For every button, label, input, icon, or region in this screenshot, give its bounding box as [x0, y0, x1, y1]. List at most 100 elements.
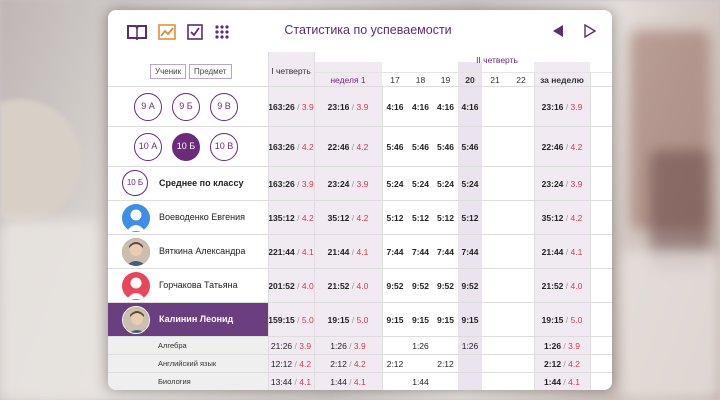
quarter-cell: 13:44 / 4.1: [270, 377, 312, 387]
class-button[interactable]: 10 А: [134, 133, 162, 161]
class-button[interactable]: 9 А: [134, 93, 162, 121]
subject-name: Английский язык: [158, 359, 217, 368]
week-header: неделя 1: [330, 75, 366, 85]
class-button[interactable]: 10 Б: [172, 133, 200, 161]
week-cell: 19:15 / 5.0: [327, 315, 369, 325]
week-total-cell: 22:46 / 4.2: [541, 142, 583, 152]
stats-table: Ученик Предмет I четверть II четверть не…: [108, 52, 612, 390]
day-cell: 4:16: [461, 102, 479, 112]
day-header: 20: [465, 75, 475, 85]
table-row[interactable]: Горчакова Татьяна 201:52 / 4.0 21:52 / 4.0…: [108, 268, 612, 302]
quarter-cell: 163:26 / 3.9: [268, 179, 314, 189]
table-row[interactable]: 9 А 9 Б 9 В 163:26 / 3.9 23:16 / 3.9 4:16 4:16…: [108, 86, 612, 126]
avatar: [122, 204, 150, 232]
week-cell: 1:44 / 4.1: [330, 377, 366, 387]
quarter-cell: 163:26 / 3.9: [268, 102, 314, 112]
week-total-cell: 23:24 / 3.9: [541, 179, 583, 189]
grid-icon[interactable]: [211, 22, 233, 42]
day-header: 17: [390, 75, 400, 85]
chart-icon[interactable]: [156, 22, 178, 42]
book-icon[interactable]: [126, 22, 148, 42]
day-cell: 2:12: [386, 359, 404, 369]
week-cell: 2:12 / 4.2: [330, 359, 366, 369]
quarter-cell: 135:12 / 4.2: [268, 213, 314, 223]
class-button[interactable]: 9 В: [210, 93, 238, 121]
week-cell: 23:24 / 3.9: [327, 179, 369, 189]
week-total-cell: 2:12 / 4.2: [544, 359, 580, 369]
day-cell: 1:26: [412, 341, 429, 351]
avatar: [122, 306, 150, 334]
week-total-cell: 21:52 / 4.0: [541, 281, 583, 291]
quarter-cell: 159:15 / 5.0: [268, 315, 314, 325]
day-cell: 5:12: [436, 213, 454, 223]
per-week-header: за неделю: [540, 75, 584, 85]
day-cell: 4:16: [411, 102, 429, 112]
class-button[interactable]: 10 В: [210, 133, 238, 161]
day-cell: 7:44: [436, 247, 454, 257]
day-cell: 4:16: [436, 102, 454, 112]
day-cell: 5:12: [386, 213, 404, 223]
statistics-panel: Статистика по успеваемости Ученик Предме…: [108, 10, 612, 390]
quarter-cell: 12:12 / 4.2: [270, 359, 312, 369]
day-cell: 5:24: [461, 179, 479, 189]
table-row[interactable]: 10 А 10 Б 10 В 163:26 / 4.2 22:46 / 4.2 5:46 5…: [108, 126, 612, 166]
day-cell: 5:46: [411, 142, 429, 152]
day-cell: 5:12: [461, 213, 479, 223]
table-row[interactable]: Воеводенко Евгения 135:12 / 4.2 35:12 / 4.…: [108, 200, 612, 234]
checkbox-icon[interactable]: [184, 22, 206, 42]
day-cell: 9:52: [461, 281, 479, 291]
day-cell: 9:15: [386, 315, 404, 325]
subject-name: Биология: [158, 377, 191, 386]
week-total-cell: 1:26 / 3.9: [544, 341, 580, 351]
week-total-cell: 1:44 / 4.1: [544, 377, 580, 387]
quarter-cell: 201:52 / 4.0: [268, 281, 314, 291]
day-cell: 9:52: [411, 281, 429, 291]
subject-row[interactable]: Биология 13:44 / 4.1 1:44 / 4.1 1:44 1:44 / …: [108, 372, 612, 390]
subject-row[interactable]: Английский язык 12:12 / 4.2 2:12 / 4.2 2:12…: [108, 354, 612, 373]
week-total-cell: 19:15 / 5.0: [541, 315, 583, 325]
day-cell: 7:44: [461, 247, 479, 257]
subject-name: Алгебра: [158, 341, 187, 350]
day-header: 22: [516, 75, 526, 85]
student-filter-button[interactable]: Ученик: [150, 64, 187, 79]
day-cell: 5:46: [386, 142, 404, 152]
day-cell: 4:16: [386, 102, 404, 112]
week-cell: 1:26 / 3.9: [330, 341, 366, 351]
day-cell: 5:46: [436, 142, 454, 152]
day-cell: 5:24: [436, 179, 454, 189]
table-row[interactable]: 10 Б Среднее по классу 163:26 / 3.9 23:24 /…: [108, 166, 612, 200]
toolbar: Статистика по успеваемости: [108, 10, 612, 52]
day-cell: 9:15: [411, 315, 429, 325]
week-total-cell: 23:16 / 3.9: [541, 102, 583, 112]
day-header: 21: [490, 75, 500, 85]
day-cell: 9:15: [461, 315, 479, 325]
row-name: Горчакова Татьяна: [159, 280, 238, 290]
day-cell: 5:12: [411, 213, 429, 223]
day-cell: 9:15: [436, 315, 454, 325]
row-name: Вяткина Александра: [159, 246, 246, 256]
class-button[interactable]: 9 Б: [172, 93, 200, 121]
prev-icon[interactable]: [552, 24, 564, 43]
week-cell: 23:16 / 3.9: [327, 102, 369, 112]
week-cell: 22:46 / 4.2: [327, 142, 369, 152]
day-header: 19: [440, 75, 451, 85]
class-avg-badge: 10 Б: [122, 170, 148, 196]
day-cell: 9:52: [436, 281, 454, 291]
week-total-cell: 35:12 / 4.2: [541, 213, 583, 223]
quarter-cell: 21:26 / 3.9: [270, 341, 312, 351]
subject-row[interactable]: Алгебра 21:26 / 3.9 1:26 / 3.9 1:26 1:26 1:26…: [108, 336, 612, 355]
table-row[interactable]: Вяткина Александра 221:44 / 4.1 21:44 / 4.…: [108, 234, 612, 268]
day-cell: 7:44: [411, 247, 429, 257]
day-cell: 1:26: [461, 341, 479, 351]
quarter1-header: I четверть: [271, 66, 311, 76]
row-name: Калинин Леонид: [159, 314, 234, 324]
subject-filter-button[interactable]: Предмет: [189, 64, 232, 79]
table-row-selected[interactable]: Калинин Леонид 159:15 / 5.0 19:15 / 5.0 9:1…: [108, 302, 612, 337]
avatar: [122, 238, 150, 266]
quarter2-header: II четверть: [476, 55, 518, 65]
quarter-cell: 163:26 / 4.2: [268, 142, 314, 152]
week-cell: 35:12 / 4.2: [327, 213, 369, 223]
row-name: Воеводенко Евгения: [159, 212, 246, 222]
next-icon[interactable]: [584, 23, 597, 43]
week-cell: 21:52 / 4.0: [327, 281, 369, 291]
